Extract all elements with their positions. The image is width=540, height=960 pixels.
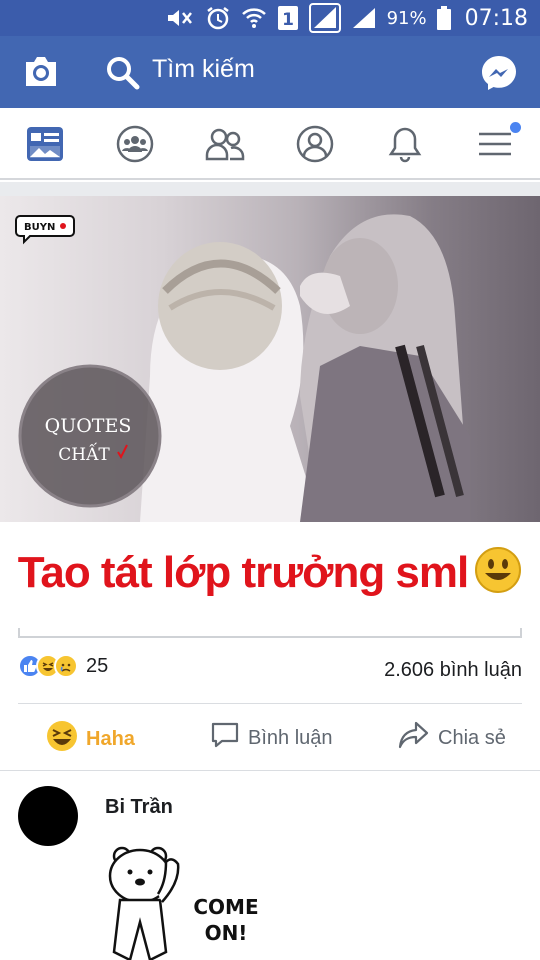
share-arrow-icon <box>398 720 430 756</box>
search-input[interactable]: Tìm kiếm <box>152 55 255 84</box>
tab-profile[interactable] <box>295 124 335 164</box>
haha-icon <box>46 720 78 758</box>
comment-label: Bình luận <box>248 726 333 749</box>
commenter-name[interactable]: Bi Trần <box>105 796 173 819</box>
messenger-icon[interactable] <box>480 54 518 92</box>
reaction-summary[interactable]: 25 <box>18 654 108 678</box>
signal-icon <box>351 6 377 30</box>
comment-item: Bi Trần COME ON! <box>0 784 540 960</box>
sad-reaction-icon <box>54 654 78 678</box>
search-icon[interactable] <box>106 56 140 90</box>
tab-news-feed[interactable] <box>25 124 65 164</box>
comment-count[interactable]: 2.606 bình luận <box>384 659 522 682</box>
comment-button[interactable]: Bình luận <box>210 720 333 756</box>
link-preview-border <box>18 628 522 638</box>
share-label: Chia sẻ <box>438 726 506 749</box>
post-actions: Haha Bình luận Chia sẻ <box>0 706 540 770</box>
svg-text:1: 1 <box>282 10 294 30</box>
tab-menu[interactable] <box>475 122 521 164</box>
battery-icon <box>436 6 451 30</box>
share-button[interactable]: Chia sẻ <box>398 720 506 756</box>
friends-icon <box>205 128 245 161</box>
smile-emoji-icon <box>474 546 522 605</box>
bear-sticker[interactable]: COME ON! <box>100 842 270 960</box>
status-bar: 1 91% 07:18 <box>0 0 540 36</box>
battery-percent: 91% <box>386 7 427 29</box>
sticker-text-line2: ON! <box>205 921 248 945</box>
reaction-count: 25 <box>86 654 109 677</box>
menu-badge <box>510 122 521 133</box>
groups-icon <box>116 125 154 163</box>
alarm-icon <box>205 5 231 31</box>
signal-icon <box>308 3 341 33</box>
post-image[interactable]: QUOTES CHẤT BUYN <box>0 196 540 522</box>
tab-groups[interactable] <box>115 124 155 164</box>
profile-icon <box>296 125 334 163</box>
news-feed-icon <box>27 127 63 161</box>
post-caption: Tao tát lớp trưởng sml <box>0 546 540 605</box>
divider <box>0 770 540 771</box>
image-tag: BUYN <box>24 222 55 233</box>
camera-icon[interactable] <box>22 54 60 90</box>
watermark-line1: QUOTES <box>45 415 132 437</box>
feed-separator <box>0 182 540 196</box>
divider <box>18 703 522 704</box>
tab-friends[interactable] <box>205 124 245 164</box>
clock: 07:18 <box>464 5 528 31</box>
avatar[interactable] <box>18 786 78 846</box>
hamburger-icon <box>479 132 511 156</box>
caption-text: Tao tát lớp trưởng sml <box>17 548 470 598</box>
wifi-icon <box>241 6 267 30</box>
app-bar: Tìm kiếm <box>0 36 540 108</box>
tab-bar <box>0 108 540 180</box>
watermark-line2: CHẤT <box>58 442 110 465</box>
mute-icon <box>165 7 195 29</box>
comment-bubble-icon <box>210 720 240 756</box>
haha-button[interactable]: Haha <box>46 720 135 758</box>
haha-label: Haha <box>86 727 135 750</box>
sticker-text-line1: COME <box>193 895 258 919</box>
sim-1-icon: 1 <box>277 5 299 31</box>
tab-notifications[interactable] <box>385 124 425 164</box>
bell-icon <box>388 127 422 163</box>
